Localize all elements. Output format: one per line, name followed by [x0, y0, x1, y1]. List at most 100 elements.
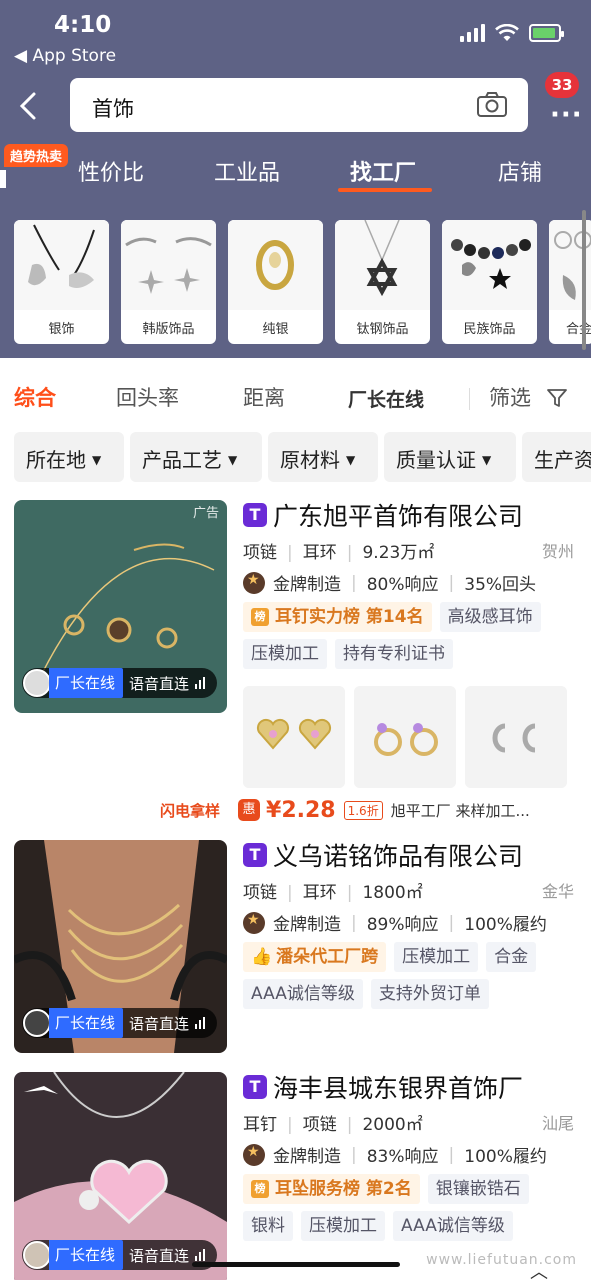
search-bar[interactable]: 首饰	[70, 78, 528, 132]
owner-online-label: 厂长在线	[49, 668, 124, 698]
filter-material[interactable]: 原材料 ▼	[268, 432, 378, 482]
repurchase-rate: 35%回头	[464, 575, 537, 595]
filter-production[interactable]: 生产资	[522, 432, 591, 482]
category-korean[interactable]: 韩版饰品	[121, 220, 216, 344]
tab-find-factory[interactable]: 找工厂	[350, 155, 416, 187]
owner-online-pill[interactable]: 厂长在线 语音直连	[22, 1240, 217, 1270]
category-label: 银饰	[48, 322, 75, 337]
level-label: 金牌制造	[273, 915, 341, 935]
rank-tag[interactable]: 榜耳钉实力榜 第14名	[243, 602, 432, 632]
category-strip: 银饰 韩版饰品 纯银 钛钢饰品 民族饰品 合金	[14, 220, 591, 346]
owner-online-pill[interactable]: 厂长在线 语音直连	[22, 668, 217, 698]
back-arrow-icon[interactable]	[14, 88, 44, 124]
filter-certification[interactable]: 质量认证 ▼	[384, 432, 516, 482]
camera-icon[interactable]	[476, 92, 508, 118]
product-thumb[interactable]	[354, 686, 456, 788]
signal-icon	[460, 24, 485, 42]
filter-button[interactable]: 筛选	[489, 382, 531, 412]
feature-tag: 压模加工	[301, 1211, 385, 1241]
chip-label: 原材料	[280, 448, 340, 472]
factory-stats: 金牌制造| 89%响应| 100%履约	[243, 910, 547, 935]
filter-chips: 所在地 ▼ 产品工艺 ▼ 原材料 ▼ 质量认证 ▼ 生产资	[0, 432, 591, 482]
scroll-indicator	[582, 210, 586, 350]
feature-tag: AAA诚信等级	[243, 979, 363, 1009]
clock: 4:10	[54, 12, 112, 38]
status-icons	[460, 24, 564, 42]
flash-sample-label[interactable]: 闪电拿样	[160, 800, 220, 821]
level-label: 金牌制造	[273, 575, 341, 595]
discount-icon: 惠	[238, 799, 261, 821]
rank-tag[interactable]: 榜耳坠服务榜 第2名	[243, 1174, 420, 1204]
tab-industrial[interactable]: 工业品	[214, 155, 280, 187]
rank-icon: 榜	[251, 1180, 269, 1198]
factory-card[interactable]: 广告 厂长在线 语音直连 T 广东旭平首饰有限公司 项链 | 耳环 | 9.23万㎡ 贺…	[0, 497, 591, 823]
tag-row: 压模加工 持有专利证书	[243, 639, 453, 671]
factory-stats: 金牌制造| 83%响应| 100%履约	[243, 1142, 547, 1167]
seller-note: 旭平工厂 来样加工...	[390, 801, 530, 820]
owner-online-pill[interactable]: 厂长在线 语音直连	[22, 1008, 217, 1038]
discount-badge: 1.6折	[343, 800, 383, 820]
factory-thumbnail[interactable]: 厂长在线 语音直连	[14, 1072, 227, 1280]
feature-tag: 持有专利证书	[335, 639, 453, 669]
sort-comprehensive[interactable]: 综合	[14, 382, 56, 412]
factory-card[interactable]: 厂长在线 语音直连 T 义乌诺铭饰品有限公司 项链|耳环|1800㎡ 金华 金牌…	[0, 840, 591, 1055]
category-pure-silver[interactable]: 纯银	[228, 220, 323, 344]
meta-product: 耳环	[302, 883, 337, 903]
verified-shop-icon: T	[243, 843, 267, 867]
audio-bars-icon	[195, 1249, 206, 1261]
feature-tag: 支持外贸订单	[370, 979, 489, 1009]
category-label: 钛钢饰品	[356, 322, 409, 337]
response-rate: 83%响应	[366, 1147, 439, 1167]
product-thumb[interactable]	[243, 686, 345, 788]
factory-thumbnail[interactable]: 广告 厂长在线 语音直连	[14, 500, 227, 713]
search-input[interactable]: 首饰	[92, 93, 134, 123]
product-thumb[interactable]	[465, 686, 567, 788]
sort-repurchase-rate[interactable]: 回头率	[116, 382, 179, 412]
battery-icon	[529, 24, 564, 42]
factory-name[interactable]: 广东旭平首饰有限公司	[273, 497, 523, 533]
more-menu-icon[interactable]: ···	[550, 100, 583, 130]
thumbs-up-icon: 👍	[251, 947, 273, 967]
back-to-app-store[interactable]: ◀ App Store	[14, 46, 116, 66]
owner-online-label: 厂长在线	[49, 1008, 124, 1038]
category-silver[interactable]: 银饰	[14, 220, 109, 344]
feature-tag: 银料	[243, 1211, 293, 1241]
factory-name[interactable]: 义乌诺铭饰品有限公司	[273, 837, 523, 873]
factory-name-row[interactable]: T 义乌诺铭饰品有限公司	[243, 837, 523, 873]
category-ethnic[interactable]: 民族饰品	[442, 220, 537, 344]
factory-name-row[interactable]: T 海丰县城东银界首饰厂	[243, 1069, 523, 1105]
sort-distance[interactable]: 距离	[243, 382, 285, 412]
tab-stores[interactable]: 店铺	[498, 155, 542, 187]
filter-location[interactable]: 所在地 ▼	[14, 432, 124, 482]
audio-bars-icon	[195, 1017, 206, 1029]
audio-bars-icon	[195, 677, 206, 689]
sort-bar: 综合 回头率 距离 厂长在线 筛选	[0, 372, 591, 420]
filter-craft[interactable]: 产品工艺 ▼	[130, 432, 262, 482]
price: ¥2.28	[266, 797, 336, 823]
tab-value[interactable]: 性价比	[78, 155, 144, 187]
factory-name[interactable]: 海丰县城东银界首饰厂	[273, 1069, 523, 1105]
filter-icon[interactable]	[546, 388, 568, 408]
meta-product: 耳环	[302, 543, 337, 563]
factory-meta: 耳钉 | 项链 | 2000㎡	[243, 1115, 423, 1135]
factory-card[interactable]: 厂长在线 语音直连 T 海丰县城东银界首饰厂 耳钉|项链|2000㎡ 汕尾 金牌…	[0, 1072, 591, 1280]
meta-product: 耳钉	[243, 1115, 277, 1135]
message-count-badge: 33	[545, 72, 579, 98]
fulfillment-rate: 100%履约	[464, 1147, 547, 1167]
scroll-top-chevron-icon[interactable]: ︿	[530, 1258, 548, 1280]
tag-row: 榜耳坠服务榜 第2名 银镶嵌锆石	[243, 1174, 529, 1206]
voice-connect-label: 语音直连	[129, 1246, 190, 1265]
meta-product: 项链	[302, 1115, 337, 1135]
factory-city: 汕尾	[541, 1114, 574, 1133]
factory-thumbnail[interactable]: 厂长在线 语音直连	[14, 840, 227, 1053]
home-indicator[interactable]	[192, 1262, 400, 1267]
factory-name-row[interactable]: T 广东旭平首饰有限公司	[243, 497, 523, 533]
meta-area: 2000㎡	[362, 1115, 423, 1135]
pendant-image	[335, 220, 430, 310]
rank-tag[interactable]: 👍 潘朵代工厂跨	[243, 942, 387, 972]
active-tab-indicator	[338, 188, 432, 192]
meta-area: 9.23万㎡	[362, 543, 435, 563]
sort-owner-online[interactable]: 厂长在线	[348, 385, 424, 412]
tag-row: 👍 潘朵代工厂跨 压模加工 合金	[243, 942, 537, 974]
category-titanium[interactable]: 钛钢饰品	[335, 220, 430, 344]
